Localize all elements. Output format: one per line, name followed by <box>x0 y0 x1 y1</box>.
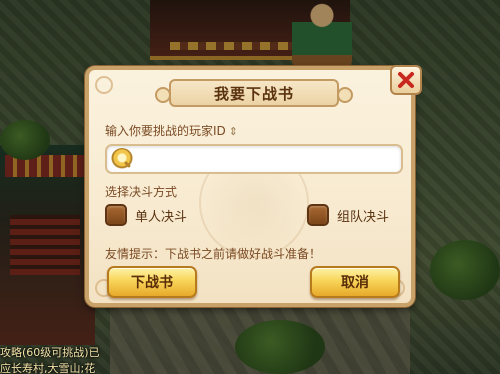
player-id-input[interactable] <box>137 148 401 170</box>
swap-icon: ⇕ <box>228 125 238 138</box>
dialog-title-plaque: 我要下战书 <box>155 79 353 107</box>
mode-label: 选择决斗方式 <box>105 185 178 199</box>
search-icon <box>111 148 133 170</box>
single-duel-label: 单人决斗 <box>135 209 188 225</box>
dialog-title: 我要下战书 <box>213 84 294 103</box>
close-button[interactable] <box>390 65 422 95</box>
player-id-field[interactable] <box>105 144 403 174</box>
chat-line: 攻略(60级可挑战)已 <box>0 346 100 359</box>
input-prompt-label: 输入你要挑战的玩家ID ⇕ <box>105 122 238 139</box>
single-duel-checkbox[interactable] <box>105 204 127 226</box>
challenge-dialog: 我要下战书 输入你要挑战的玩家ID ⇕ 选择决斗方式 单人决斗 组队决斗 友情提示… <box>85 65 422 307</box>
team-duel-checkbox[interactable] <box>307 204 329 226</box>
send-challenge-button[interactable]: 下战书 <box>107 266 197 298</box>
close-icon <box>398 72 414 88</box>
team-duel-label: 组队决斗 <box>337 209 390 225</box>
cancel-button[interactable]: 取消 <box>310 266 400 298</box>
input-prompt-text: 输入你要挑战的玩家ID <box>105 124 226 138</box>
single-duel-option[interactable]: 单人决斗 <box>105 204 187 226</box>
friendly-tip: 友情提示：下战书之前请做好战斗准备！ <box>105 247 322 261</box>
corner-ornament <box>95 76 113 94</box>
chat-line: 应长寿村,大雪山;花 <box>0 362 96 374</box>
team-duel-option[interactable]: 组队决斗 <box>307 204 389 226</box>
